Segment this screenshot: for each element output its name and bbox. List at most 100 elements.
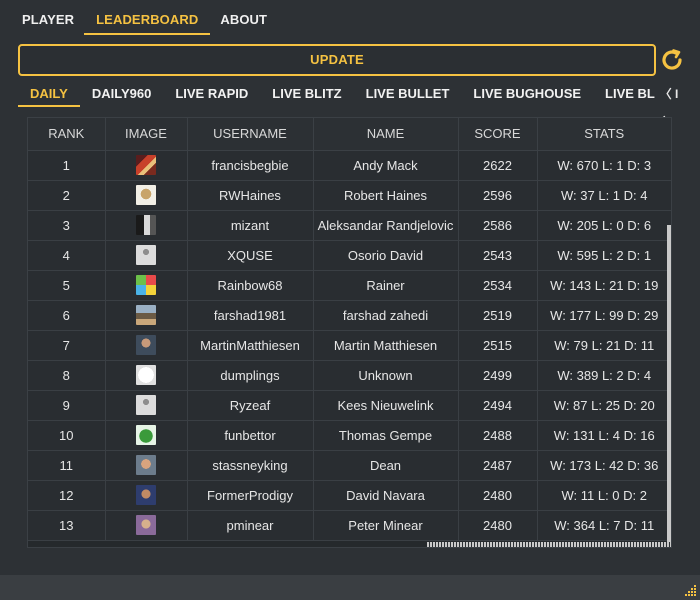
resize-grip-icon[interactable] bbox=[683, 583, 697, 597]
username-cell: dumplings bbox=[187, 360, 314, 391]
rank-cell: 2 bbox=[28, 180, 106, 211]
header-username[interactable]: USERNAME bbox=[187, 118, 314, 151]
table-row[interactable]: 8 dumplings Unknown 2499 W: 389 L: 2 D: 4 bbox=[28, 360, 671, 391]
avatar-smiling-man-icon[interactable] bbox=[136, 455, 156, 475]
avatar-cell bbox=[105, 180, 188, 211]
rank-cell: 9 bbox=[28, 390, 106, 421]
score-cell: 2499 bbox=[458, 360, 538, 391]
name-cell: Martin Matthiesen bbox=[313, 330, 459, 361]
tab-player[interactable]: PLAYER bbox=[12, 0, 84, 35]
avatar-colorful-balloons-icon[interactable] bbox=[136, 275, 156, 295]
table-row[interactable]: 13 pminear Peter Minear 2480 W: 364 L: 7 D: … bbox=[28, 510, 671, 541]
username-cell: farshad1981 bbox=[187, 300, 314, 331]
header-image[interactable]: IMAGE bbox=[105, 118, 188, 151]
avatar-cell bbox=[105, 240, 188, 271]
stats-cell: W: 177 L: 99 D: 29 bbox=[537, 300, 671, 331]
header-rank[interactable]: RANK bbox=[28, 118, 106, 151]
stats-cell: W: 11 L: 0 D: 2 bbox=[537, 480, 671, 511]
refresh-icon[interactable] bbox=[660, 48, 684, 72]
table-row[interactable]: 5 Rainbow68 Rainer 2534 W: 143 L: 21 D: 19 bbox=[28, 270, 671, 301]
avatar-cell bbox=[105, 420, 188, 451]
avatar-cell bbox=[105, 390, 188, 421]
tab-leaderboard[interactable]: LEADERBOARD bbox=[84, 0, 211, 35]
username-cell: francisbegbie bbox=[187, 150, 314, 181]
avatar-red-abstract-icon[interactable] bbox=[136, 155, 156, 175]
score-cell: 2515 bbox=[458, 330, 538, 361]
leaderboard-table: RANK IMAGE USERNAME NAME SCORE STATS 1 fr… bbox=[28, 118, 671, 541]
name-cell: Dean bbox=[313, 450, 459, 481]
header-score[interactable]: SCORE bbox=[458, 118, 538, 151]
rank-cell: 11 bbox=[28, 450, 106, 481]
header-stats[interactable]: STATS bbox=[537, 118, 671, 151]
avatar-cell bbox=[105, 270, 188, 301]
username-cell: mizant bbox=[187, 210, 314, 241]
name-cell: farshad zahedi bbox=[313, 300, 459, 331]
avatar-man-glasses-icon[interactable] bbox=[136, 515, 156, 535]
rank-cell: 10 bbox=[28, 420, 106, 451]
rank-cell: 4 bbox=[28, 240, 106, 271]
stats-cell: W: 173 L: 42 D: 36 bbox=[537, 450, 671, 481]
subtab-live-blitz[interactable]: LIVE BLITZ bbox=[260, 80, 353, 107]
table-row[interactable]: 6 farshad1981 farshad zahedi 2519 W: 177 L: … bbox=[28, 300, 671, 331]
subtab-live-bullet[interactable]: LIVE BULLET bbox=[354, 80, 462, 107]
table-row[interactable]: 3 mizant Aleksandar Randjelovic 2586 W: 205 … bbox=[28, 210, 671, 241]
subtab-live-bughouse[interactable]: LIVE BUGHOUSE bbox=[461, 80, 593, 107]
subtab-daily[interactable]: DAILY bbox=[18, 80, 80, 107]
table-row[interactable]: 7 MartinMatthiesen Martin Matthiesen 2515 W:… bbox=[28, 330, 671, 361]
rank-cell: 1 bbox=[28, 150, 106, 181]
stats-cell: W: 131 L: 4 D: 16 bbox=[537, 420, 671, 451]
name-cell: Osorio David bbox=[313, 240, 459, 271]
rank-cell: 13 bbox=[28, 510, 106, 541]
sub-tabs: DAILY DAILY960 LIVE RAPID LIVE BLITZ LIV… bbox=[18, 80, 682, 108]
name-cell: David Navara bbox=[313, 480, 459, 511]
subtabs-scroll-arrows[interactable]: 〈 I 〉 bbox=[655, 80, 683, 129]
update-button[interactable]: UPDATE bbox=[18, 44, 656, 76]
table-row[interactable]: 9 Ryzeaf Kees Nieuwelink 2494 W: 87 L: 25 D:… bbox=[28, 390, 671, 421]
avatar-bw-portrait-icon[interactable] bbox=[136, 215, 156, 235]
avatar-cell bbox=[105, 510, 188, 541]
horizontal-scrollbar[interactable] bbox=[427, 542, 671, 547]
table-row[interactable]: 11 stassneyking Dean 2487 W: 173 L: 42 D: 36 bbox=[28, 450, 671, 481]
avatar-cell bbox=[105, 450, 188, 481]
avatar-young-man-icon[interactable] bbox=[136, 485, 156, 505]
table-row[interactable]: 4 XQUSE Osorio David 2543 W: 595 L: 2 D: 1 bbox=[28, 240, 671, 271]
avatar-cell bbox=[105, 210, 188, 241]
avatar-cartoon-face-icon[interactable] bbox=[136, 365, 156, 385]
vertical-scrollbar[interactable] bbox=[667, 225, 671, 543]
avatar-cell bbox=[105, 360, 188, 391]
username-cell: XQUSE bbox=[187, 240, 314, 271]
score-cell: 2488 bbox=[458, 420, 538, 451]
name-cell: Robert Haines bbox=[313, 180, 459, 211]
username-cell: Rainbow68 bbox=[187, 270, 314, 301]
table-row[interactable]: 2 RWHaines Robert Haines 2596 W: 37 L: 1 D: … bbox=[28, 180, 671, 211]
subtab-daily960[interactable]: DAILY960 bbox=[80, 80, 164, 107]
stats-cell: W: 205 L: 0 D: 6 bbox=[537, 210, 671, 241]
avatar-man-portrait-icon[interactable] bbox=[136, 335, 156, 355]
stats-cell: W: 79 L: 21 D: 11 bbox=[537, 330, 671, 361]
table-row[interactable]: 10 funbettor Thomas Gempe 2488 W: 131 L: 4 D… bbox=[28, 420, 671, 451]
stats-cell: W: 37 L: 1 D: 4 bbox=[537, 180, 671, 211]
avatar-green-frog-icon[interactable] bbox=[136, 425, 156, 445]
name-cell: Unknown bbox=[313, 360, 459, 391]
avatar-default-pawn-icon[interactable] bbox=[136, 245, 156, 265]
avatar-default-pawn-icon[interactable] bbox=[136, 395, 156, 415]
score-cell: 2622 bbox=[458, 150, 538, 181]
stats-cell: W: 143 L: 21 D: 19 bbox=[537, 270, 671, 301]
subtab-live-rapid[interactable]: LIVE RAPID bbox=[163, 80, 260, 107]
rank-cell: 12 bbox=[28, 480, 106, 511]
avatar-hat-person-icon[interactable] bbox=[136, 185, 156, 205]
rank-cell: 8 bbox=[28, 360, 106, 391]
username-cell: MartinMatthiesen bbox=[187, 330, 314, 361]
name-cell: Rainer bbox=[313, 270, 459, 301]
table-row[interactable]: 12 FormerProdigy David Navara 2480 W: 11 L: … bbox=[28, 480, 671, 511]
rank-cell: 7 bbox=[28, 330, 106, 361]
name-cell: Kees Nieuwelink bbox=[313, 390, 459, 421]
name-cell: Aleksandar Randjelovic bbox=[313, 210, 459, 241]
score-cell: 2480 bbox=[458, 480, 538, 511]
avatar-group-photo-icon[interactable] bbox=[136, 305, 156, 325]
score-cell: 2534 bbox=[458, 270, 538, 301]
table-row[interactable]: 1 francisbegbie Andy Mack 2622 W: 670 L: 1 D… bbox=[28, 150, 671, 181]
tab-about[interactable]: ABOUT bbox=[210, 0, 277, 35]
stats-cell: W: 87 L: 25 D: 20 bbox=[537, 390, 671, 421]
header-name[interactable]: NAME bbox=[313, 118, 459, 151]
